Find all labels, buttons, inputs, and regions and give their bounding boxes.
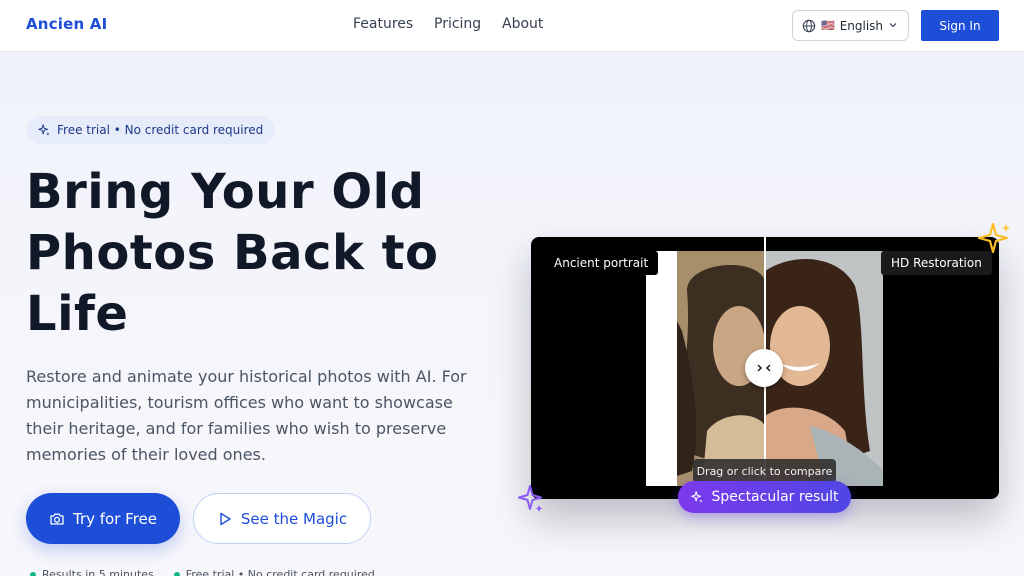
chevrons-left-right-icon [757,364,771,372]
nav-link-pricing[interactable]: Pricing [434,16,481,32]
free-trial-badge: Free trial • No credit card required [27,116,276,144]
hero-title-line-3: Life [26,286,129,342]
spectacular-result-badge: Spectacular result [678,481,851,513]
sparkles-icon [691,491,704,503]
status-dot [173,572,180,576]
top-nav-bar: Ancien AI Features Pricing About 🇺🇸 Engl… [0,0,1024,52]
see-the-magic-label: See the Magic [240,509,348,528]
compare-hint: Drag or click to compare [693,459,836,483]
camera-icon [50,513,64,525]
brand-logo[interactable]: Ancien AI [26,15,107,33]
footnote-results: Results in 5 minutes [30,568,154,576]
footnote-free-trial: Free trial • No credit card required [173,568,375,576]
chevron-down-icon [889,23,897,28]
footnote-results-text: Results in 5 minutes [42,568,154,576]
result-badge-label: Spectacular result [711,489,839,505]
before-label: Ancient portrait [544,251,659,275]
compare-slider-handle[interactable] [745,349,783,387]
nav-link-about[interactable]: About [502,16,543,32]
play-icon [220,512,231,525]
hero-title-line-1: Bring Your Old [26,164,425,220]
try-for-free-button[interactable]: Try for Free [26,493,180,544]
sparkle-decoration-icon [518,485,543,512]
try-for-free-label: Try for Free [73,509,157,528]
footnote-free-trial-text: Free trial • No credit card required [185,568,375,576]
see-the-magic-button[interactable]: See the Magic [193,493,371,544]
badge-text: Free trial • No credit card required [57,123,264,137]
hero-title: Bring Your Old Photos Back to Life [26,162,506,345]
sparkle-decoration-icon [977,222,1010,254]
status-dot [30,572,36,576]
hero-description: Restore and animate your historical phot… [26,367,467,464]
language-label: English [839,18,884,33]
language-selector[interactable]: 🇺🇸 English [792,10,909,41]
sign-in-button[interactable]: Sign In [921,10,999,41]
hero-footnotes: Results in 5 minutes Free trial • No cre… [30,568,375,576]
sparkles-icon [38,124,50,136]
us-flag-icon: 🇺🇸 [821,19,835,32]
nav-link-features[interactable]: Features [353,16,413,32]
globe-icon [802,19,816,32]
before-after-compare[interactable]: Ancient portrait HD Restoration Drag or … [531,237,999,499]
hero-title-line-2: Photos Back to [26,225,439,281]
